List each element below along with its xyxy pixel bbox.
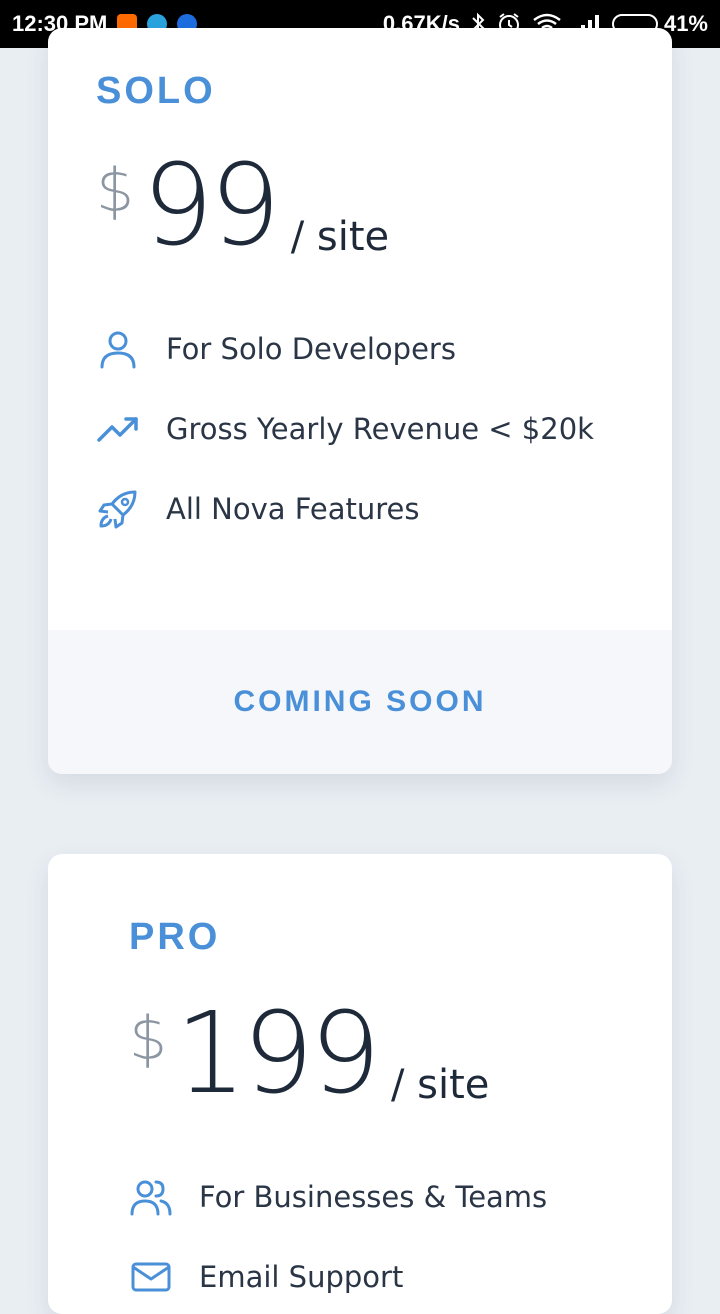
feature-item: All Nova Features	[96, 469, 594, 549]
feature-list: For Businesses & Teams Email Support	[129, 1157, 547, 1314]
plan-card-solo: SOLO $ 99 / site For Solo Developers Gro…	[48, 28, 672, 774]
plan-card-pro: PRO $ 199 / site For Businesses & Teams …	[48, 854, 672, 1314]
price-unit: / site	[290, 214, 390, 260]
mail-icon	[129, 1255, 173, 1299]
feature-item: Gross Yearly Revenue < $20k	[96, 389, 594, 469]
feature-item: Email Support	[129, 1237, 547, 1314]
currency-symbol: $	[129, 1004, 168, 1074]
currency-symbol: $	[96, 156, 135, 226]
rocket-icon	[96, 487, 140, 531]
coming-soon-button[interactable]: COMING SOON	[48, 630, 672, 774]
plan-name: SOLO	[96, 70, 216, 112]
feature-text: For Businesses & Teams	[199, 1180, 548, 1214]
trending-up-icon	[96, 407, 140, 451]
feature-item: For Businesses & Teams	[129, 1157, 547, 1237]
cta-label: COMING SOON	[233, 685, 487, 718]
feature-item: For Solo Developers	[96, 309, 594, 389]
price-unit: / site	[390, 1062, 490, 1108]
plan-name: PRO	[129, 916, 221, 958]
price: $ 99 / site	[96, 150, 389, 262]
feature-text: All Nova Features	[166, 492, 420, 526]
price: $ 199 / site	[129, 998, 489, 1110]
users-icon	[129, 1175, 173, 1219]
price-amount: 99	[142, 141, 281, 271]
feature-text: For Solo Developers	[166, 332, 456, 366]
battery-percent: 41%	[663, 11, 708, 36]
feature-text: Email Support	[199, 1260, 404, 1294]
feature-list: For Solo Developers Gross Yearly Revenue…	[96, 309, 594, 549]
feature-text: Gross Yearly Revenue < $20k	[166, 412, 594, 446]
price-amount: 199	[175, 989, 381, 1119]
user-icon	[96, 327, 140, 371]
